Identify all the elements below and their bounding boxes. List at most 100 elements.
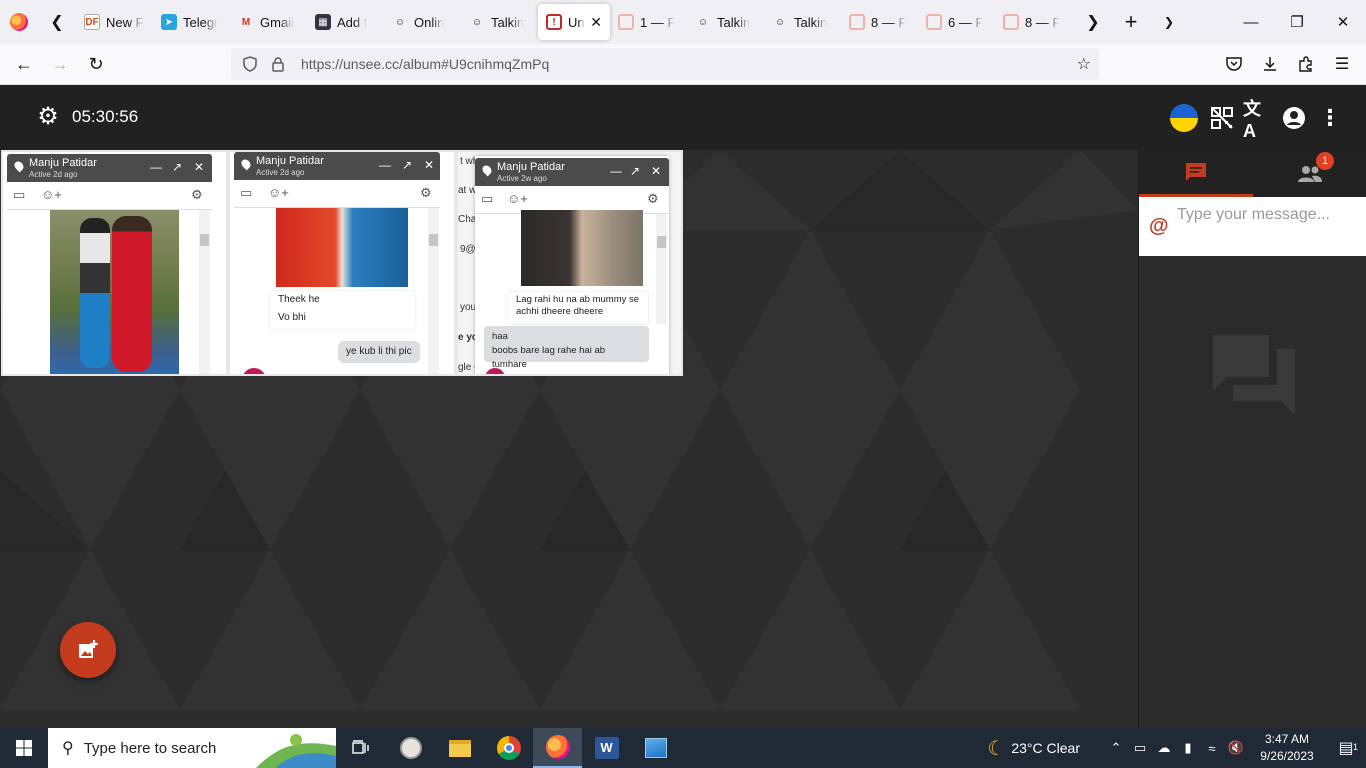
url-text[interactable]: https://unsee.cc/album#U9cnihmqZmPq <box>301 56 549 72</box>
taskbar-word[interactable]: W <box>582 728 631 768</box>
clock[interactable]: 3:47 AM 9/26/2023 <box>1248 731 1326 765</box>
downloads-button[interactable] <box>1252 48 1288 80</box>
contact-status: Active 2d ago <box>256 168 305 177</box>
volume-muted-icon[interactable]: 🔇 <box>1224 740 1248 756</box>
tab-active[interactable]: ! Un ✕ <box>538 4 610 40</box>
album-image-2[interactable]: Manju Patidar Active 2d ago — ↗ ✕ ▭ ☺+ ⚙… <box>228 150 456 376</box>
tab[interactable]: 6 — F <box>918 4 995 40</box>
settings-gear-icon[interactable]: ⚙ <box>36 105 60 129</box>
qr-code-button[interactable] <box>1207 103 1237 133</box>
task-view-icon <box>351 740 369 754</box>
reload-button[interactable]: ↻ <box>78 48 114 80</box>
add-person-icon: ☺+ <box>41 187 62 202</box>
translate-button[interactable]: 文A <box>1243 99 1273 141</box>
notification-icon: ▤ <box>1338 740 1354 757</box>
tab[interactable]: 8 — F <box>995 4 1072 40</box>
tab[interactable]: ☺ Talkin <box>461 4 538 40</box>
show-hidden-icons-chevron-icon[interactable]: ⌃ <box>1104 740 1128 756</box>
ukraine-flag-icon <box>1170 104 1198 132</box>
url-bar[interactable]: https://unsee.cc/album#U9cnihmqZmPq ☆ <box>231 48 1099 80</box>
tab[interactable]: 8 — F <box>841 4 918 40</box>
back-button[interactable]: ← <box>6 48 42 80</box>
contact-name: Manju Patidar <box>256 155 324 167</box>
pin-icon <box>480 163 494 177</box>
close-window-button[interactable]: ✕ <box>1320 0 1366 44</box>
tab[interactable]: DF New F <box>76 4 153 40</box>
onedrive-cloud-icon[interactable]: ☁ <box>1152 740 1176 756</box>
tab[interactable]: ➤ Telegr <box>153 4 230 40</box>
tab-title: Talkin <box>794 14 828 30</box>
tab-chat[interactable] <box>1139 150 1253 197</box>
contact-status: Active 2w ago <box>497 174 547 183</box>
tab-title: 1 — F <box>640 14 676 30</box>
weather-moon-icon[interactable]: ☾ <box>987 736 1005 761</box>
tab-scroll-right-button[interactable]: ❯ <box>1074 0 1112 44</box>
page-top-bar: ⚙ 05:30:56 文A ⋮ <box>0 85 1366 150</box>
taskbar-photos[interactable] <box>631 728 680 768</box>
close-tab-icon[interactable]: ✕ <box>590 14 602 31</box>
chat-panel: 1 @ <box>1138 150 1366 728</box>
taskbar-firefox[interactable] <box>533 728 582 768</box>
tab-title: Add t <box>337 14 368 30</box>
wifi-icon[interactable]: ≈ <box>1200 741 1224 756</box>
restore-button[interactable]: ❐ <box>1274 0 1320 44</box>
account-button[interactable] <box>1279 103 1309 133</box>
background-text-fragment: you <box>460 302 477 313</box>
minimize-button[interactable]: — <box>1228 0 1274 44</box>
unsee-icon: ! <box>546 14 562 30</box>
tab[interactable]: M Gmail <box>230 4 307 40</box>
tab[interactable]: 1 — F <box>610 4 687 40</box>
tab[interactable]: ☺ Talkin <box>764 4 841 40</box>
task-view-button[interactable] <box>336 728 385 768</box>
mask-icon: ☺ <box>697 16 709 28</box>
app-menu-button[interactable]: ☰ <box>1324 48 1360 80</box>
battery-icon[interactable]: ▮ <box>1176 740 1200 756</box>
minimize-icon: — <box>1243 13 1259 31</box>
download-icon <box>1264 57 1276 71</box>
bookmark-star-icon[interactable]: ☆ <box>1077 54 1091 74</box>
extensions-button[interactable] <box>1288 48 1324 80</box>
notification-center-button[interactable]: ▤ 1 <box>1326 738 1366 758</box>
chrome-icon <box>496 736 521 760</box>
more-options-button[interactable]: ⋮ <box>1315 103 1345 133</box>
pocket-button[interactable] <box>1216 48 1252 80</box>
tab[interactable]: ☺ Onlin <box>384 4 461 40</box>
add-image-button[interactable] <box>60 622 116 678</box>
forward-button[interactable]: → <box>42 48 78 80</box>
chat-window-header: Manju Patidar Active 2w ago — ↗ ✕ <box>475 158 669 186</box>
minimize-chat-icon: — <box>379 158 391 172</box>
video-call-icon: ▭ <box>13 187 26 202</box>
tab-title: 8 — F <box>1025 14 1061 30</box>
list-all-tabs-button[interactable]: ❯ <box>1150 0 1188 44</box>
contact-name: Manju Patidar <box>29 157 97 169</box>
users-count-badge: 1 <box>1316 152 1334 170</box>
navigation-bar: ← → ↻ https://unsee.cc/album#U9cnihmqZmP… <box>0 44 1366 85</box>
weather-text[interactable]: 23°C Clear <box>1011 740 1080 756</box>
taskbar-file-explorer[interactable] <box>435 728 484 768</box>
new-tab-button[interactable]: + <box>1112 0 1150 44</box>
tab-scroll-left-button[interactable]: ❮ <box>38 0 76 44</box>
qr-code-off-icon <box>1211 107 1233 129</box>
tracking-protection-icon[interactable] <box>239 54 261 74</box>
at-sign-icon: @ <box>1149 215 1169 237</box>
tab-title: Telegr <box>183 14 219 30</box>
firefox-logo-icon <box>10 13 28 31</box>
search-icon: ⚲ <box>62 740 74 757</box>
taskbar-search[interactable]: ⚲ Type here to search <box>48 728 336 768</box>
taskbar-app-compass[interactable] <box>386 728 435 768</box>
language-flag-button[interactable] <box>1169 103 1199 133</box>
tab-users[interactable] <box>1253 150 1366 197</box>
tab-title: New F <box>106 14 144 30</box>
tab[interactable]: ▦ Add t <box>307 4 384 40</box>
message-input[interactable] <box>1177 203 1357 251</box>
firefox-view-button[interactable] <box>0 0 38 44</box>
album-image-1[interactable]: Manju Patidar Active 2d ago — ↗ ✕ ▭ ☺+ ⚙ <box>1 150 228 376</box>
lock-icon[interactable] <box>267 54 289 74</box>
search-highlight-illustration <box>256 728 336 768</box>
album-image-3[interactable]: t wh at wi Chat 9@ you e you gle C Manju… <box>456 150 683 376</box>
video-call-icon: ▭ <box>481 191 494 206</box>
tab[interactable]: ☺ Talkin <box>687 4 764 40</box>
start-button[interactable] <box>0 728 48 768</box>
meet-now-icon[interactable]: ▭ <box>1128 740 1152 756</box>
taskbar-chrome[interactable] <box>484 728 533 768</box>
